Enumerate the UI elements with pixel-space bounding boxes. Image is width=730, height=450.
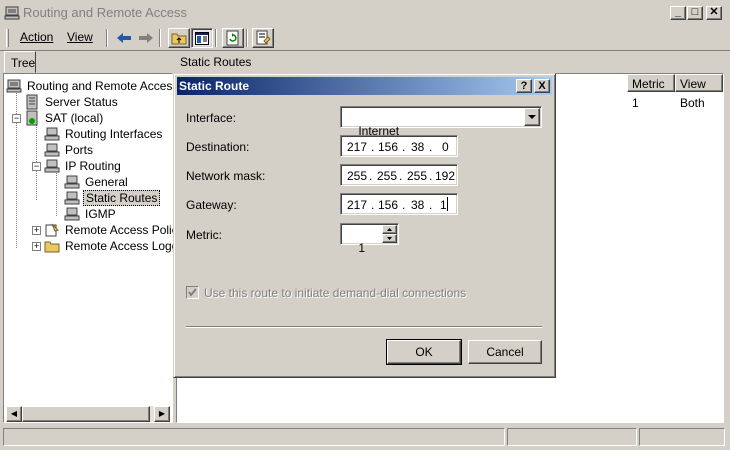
back-button[interactable]: [113, 28, 135, 48]
text-cursor: [447, 197, 448, 211]
route-metric-cell: 1: [632, 96, 639, 110]
metric-decrement-button[interactable]: [382, 234, 397, 243]
help-button[interactable]: ?: [516, 79, 532, 93]
close-button[interactable]: ✕: [706, 6, 722, 20]
interface-dropdown-button[interactable]: [524, 108, 540, 126]
scroll-left-button[interactable]: ◀: [6, 406, 22, 422]
tree-guide: [16, 88, 17, 248]
static-route-dialog: Static Route ? X Interface: Internet Des…: [173, 73, 556, 378]
collapse-toggle[interactable]: −: [32, 162, 41, 171]
tree-item-remote-access-logging[interactable]: Remote Access Loggir: [44, 238, 187, 254]
dialog-close-button[interactable]: X: [534, 79, 550, 93]
status-pane-2: [507, 428, 637, 446]
checkmark-icon: [188, 288, 197, 297]
forward-button[interactable]: [135, 28, 157, 48]
tree-item-ip-routing[interactable]: IP Routing: [44, 158, 123, 174]
route-view-cell: Both: [680, 96, 705, 110]
chevron-down-icon: [528, 115, 536, 119]
properties-button[interactable]: [252, 28, 274, 48]
tree-item-static-routes[interactable]: Static Routes: [64, 190, 161, 206]
tree-item-sat-local[interactable]: SAT (local): [24, 110, 105, 126]
cancel-button[interactable]: Cancel: [468, 340, 542, 364]
expand-toggle[interactable]: +: [32, 242, 41, 251]
tree-item-ports[interactable]: Ports: [44, 142, 95, 158]
dialog-title: Static Route: [179, 79, 250, 93]
demand-dial-checkbox[interactable]: [186, 286, 199, 299]
menu-action[interactable]: Action: [20, 30, 53, 44]
demand-dial-label: Use this route to initiate demand-dial c…: [204, 286, 467, 300]
arrow-right-icon: [139, 33, 153, 43]
tree-item-general[interactable]: General: [64, 174, 130, 190]
interface-select[interactable]: Internet: [340, 106, 542, 138]
toolbar-separator: [159, 29, 161, 47]
refresh-button[interactable]: [222, 28, 244, 48]
tab-tree[interactable]: Tree: [4, 51, 36, 73]
tree-item-server-status[interactable]: Server Status: [24, 94, 120, 110]
show-tree-button[interactable]: [191, 28, 213, 48]
folder-icon: [44, 241, 60, 253]
server-green-icon: [26, 110, 38, 126]
scroll-thumb[interactable]: [22, 406, 150, 422]
metric-label: Metric:: [186, 228, 222, 242]
window-title: Routing and Remote Access: [23, 5, 188, 20]
show-tree-icon: [195, 31, 209, 45]
chevron-up-icon: [387, 228, 392, 231]
toolbar-separator: [215, 29, 217, 47]
up-folder-icon: [171, 33, 187, 45]
minimize-button[interactable]: _: [670, 6, 686, 20]
ip-routing-icon: [44, 159, 60, 173]
dialog-divider: [186, 326, 542, 328]
gateway-label: Gateway:: [186, 198, 237, 212]
metric-increment-button[interactable]: [382, 225, 397, 234]
toolbar-separator: [246, 29, 248, 47]
tree-guide: [56, 168, 57, 216]
gateway-ip-field[interactable]: 217. 156. 38. 1: [340, 193, 458, 215]
window-title-bar[interactable]: Routing and Remote Access _ □ ✕: [0, 0, 730, 26]
tree-pane[interactable]: Routing and Remote Access Server Status …: [3, 73, 187, 423]
expand-toggle[interactable]: +: [32, 226, 41, 235]
interface-label: Interface:: [186, 111, 237, 125]
metric-spinner[interactable]: 1: [340, 223, 399, 255]
server-icon: [6, 79, 22, 93]
column-header-view[interactable]: View: [675, 74, 723, 92]
igmp-icon: [64, 207, 80, 221]
tree-item-igmp[interactable]: IGMP: [64, 206, 118, 222]
toolbar-separator: [106, 29, 108, 47]
tree-item-routing-root[interactable]: Routing and Remote Access: [6, 78, 180, 94]
scroll-right-button[interactable]: ▶: [154, 406, 170, 422]
interface-icon: [44, 127, 60, 141]
refresh-icon: [226, 30, 239, 46]
ports-icon: [44, 143, 60, 157]
up-folder-button[interactable]: [168, 28, 190, 48]
dialog-title-bar[interactable]: Static Route ? X: [177, 77, 552, 95]
tree-guide: [36, 120, 37, 200]
properties-icon: [256, 30, 271, 45]
general-icon: [64, 175, 80, 189]
server-status-icon: [26, 94, 38, 110]
network-mask-ip-field[interactable]: 255. 255. 255. 192: [340, 164, 458, 186]
menu-view[interactable]: View: [67, 30, 93, 44]
arrow-left-icon: [117, 33, 131, 43]
destination-ip-field[interactable]: 217. 156. 38. 0: [340, 135, 458, 157]
status-pane-3: [639, 428, 725, 446]
policy-icon: [45, 223, 59, 237]
toolbar-grip: [6, 29, 9, 47]
network-mask-label: Network mask:: [186, 169, 266, 183]
destination-label: Destination:: [186, 140, 250, 154]
tree-item-routing-interfaces[interactable]: Routing Interfaces: [44, 126, 164, 142]
menu-toolbar: Action View: [0, 26, 730, 50]
status-pane-1: [3, 428, 505, 446]
tree-scrollbar[interactable]: ◀ ▶: [6, 406, 170, 422]
ok-button[interactable]: OK: [386, 339, 462, 365]
right-pane-header: Static Routes: [180, 55, 252, 69]
maximize-button[interactable]: □: [687, 6, 703, 20]
column-header-metric[interactable]: Metric: [627, 74, 675, 92]
static-routes-icon: [64, 191, 80, 205]
routing-app-icon: [4, 6, 20, 20]
chevron-down-icon: [387, 237, 392, 240]
tree-item-remote-access-policies[interactable]: Remote Access Policie: [44, 222, 189, 238]
collapse-toggle[interactable]: −: [12, 114, 21, 123]
